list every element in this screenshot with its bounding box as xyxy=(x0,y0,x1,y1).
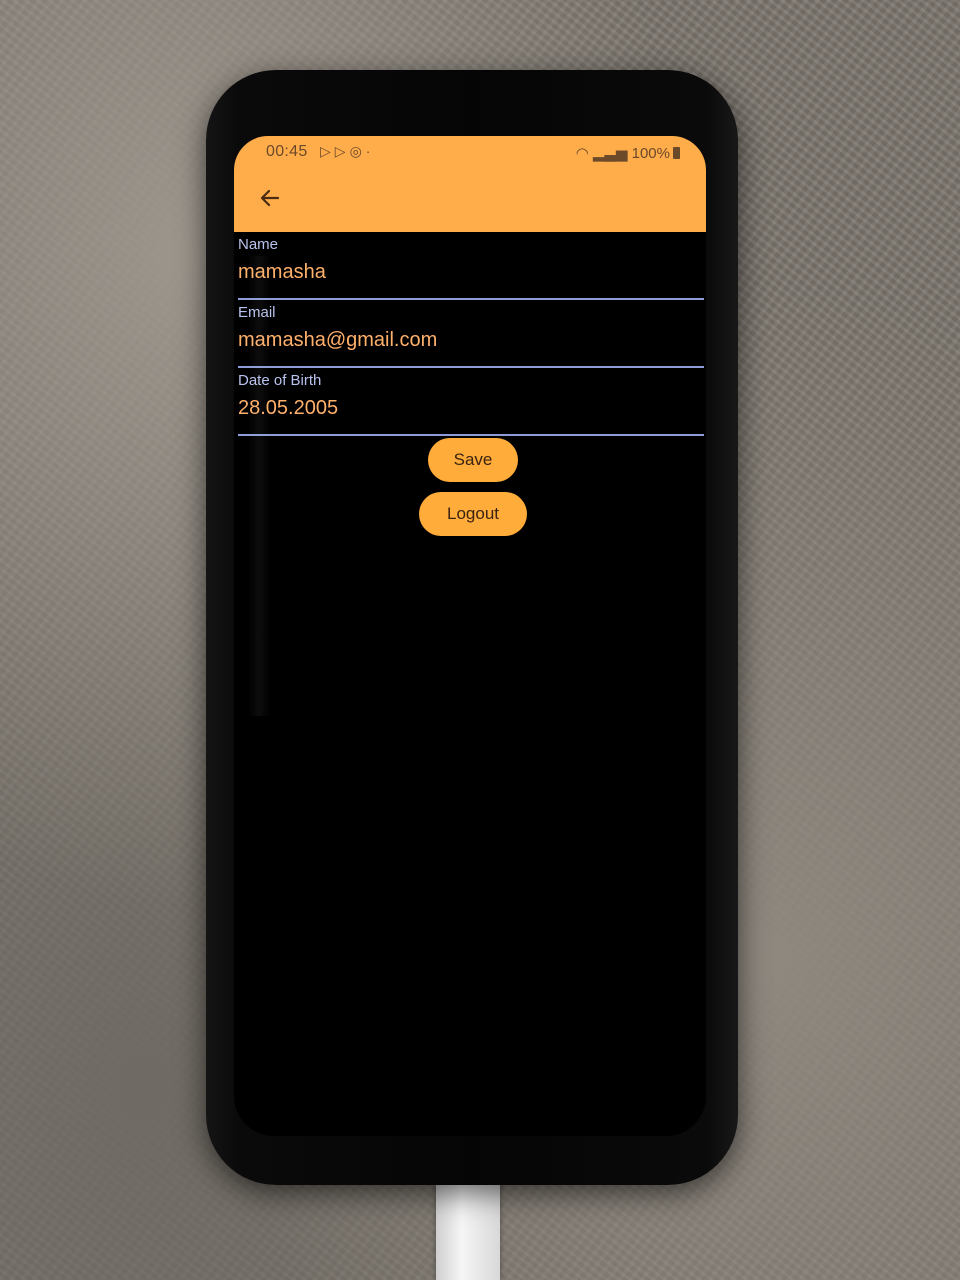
battery-icon xyxy=(673,147,680,159)
app-bar: 00:45 ▷ ▷ ◎ · ◠ ▂▃▅ 100% xyxy=(234,136,706,232)
name-input[interactable] xyxy=(238,256,704,288)
record-icon: ◎ xyxy=(349,143,362,159)
email-field[interactable]: Email xyxy=(238,304,704,368)
dot-icon: · xyxy=(365,143,371,159)
name-label: Name xyxy=(238,236,279,253)
status-time: 00:45 xyxy=(266,143,308,160)
wifi-icon: ◠ xyxy=(575,145,589,162)
email-label: Email xyxy=(238,304,276,321)
status-system-icons: ◠ ▂▃▅ 100% xyxy=(576,144,680,162)
battery-text: 100% xyxy=(631,145,670,162)
name-field[interactable]: Name xyxy=(238,236,704,300)
charging-cable xyxy=(436,1180,500,1280)
dob-input[interactable] xyxy=(238,392,704,424)
phone-screen: 00:45 ▷▷◎· ◠ ▂▃▅ 100% Name Email Date of… xyxy=(234,136,706,1136)
signal-icon: ▂▃▅ xyxy=(592,145,628,162)
back-button[interactable] xyxy=(256,184,284,212)
email-input[interactable] xyxy=(238,324,704,356)
dob-label: Date of Birth xyxy=(238,372,322,389)
play-icon: ▷ xyxy=(320,143,331,159)
status-notification-icons: ▷ ▷ ◎ · xyxy=(320,143,374,160)
play-icon: ▷ xyxy=(334,143,346,159)
save-button[interactable]: Save xyxy=(428,438,518,482)
logout-button[interactable]: Logout xyxy=(419,492,527,536)
dob-field[interactable]: Date of Birth xyxy=(238,372,704,436)
arrow-back-icon xyxy=(260,189,280,207)
